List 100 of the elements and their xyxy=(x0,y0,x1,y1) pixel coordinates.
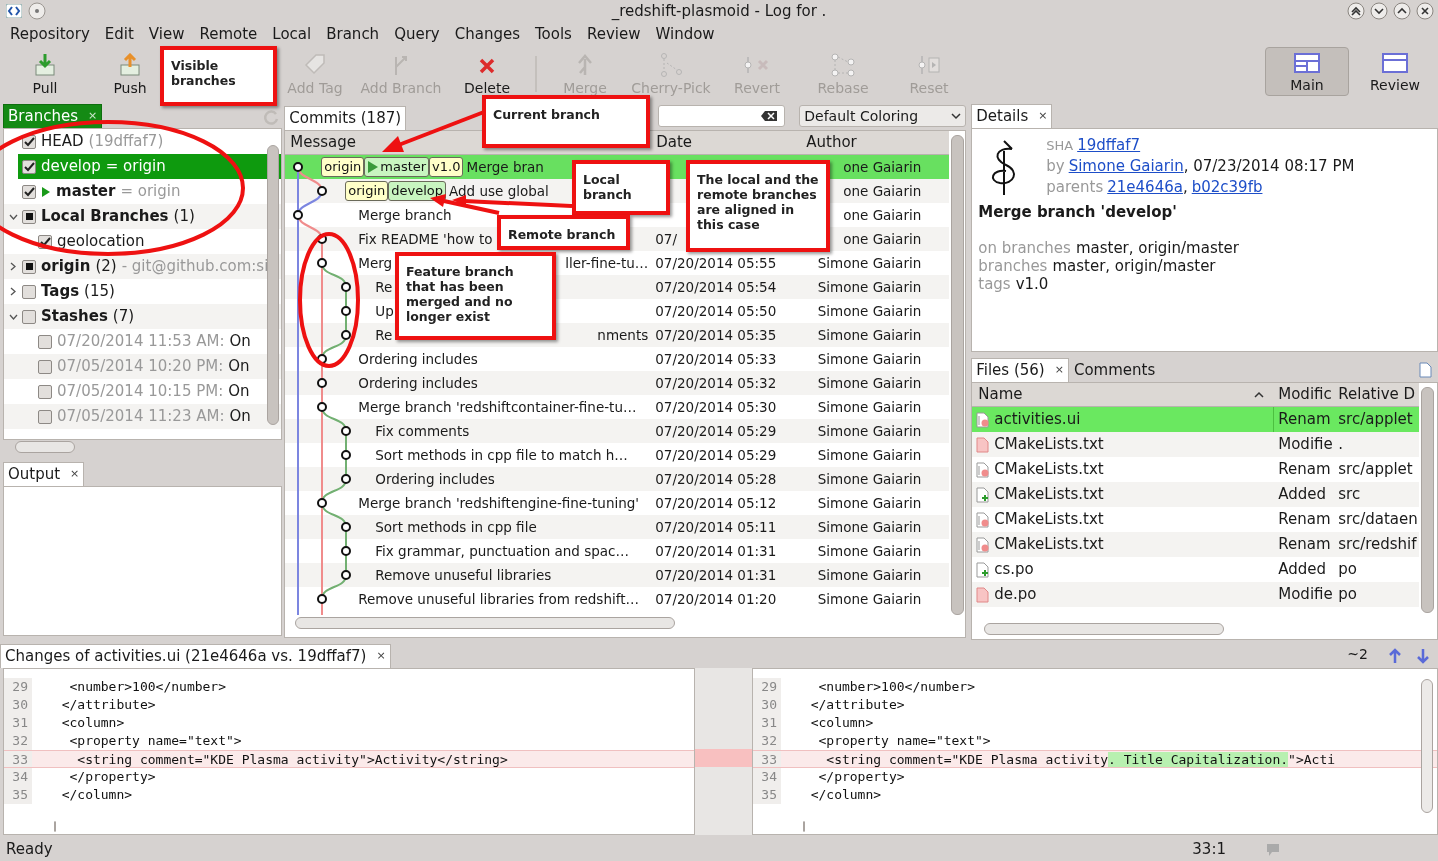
down-arrow-icon[interactable] xyxy=(1416,648,1430,664)
commit-node[interactable] xyxy=(341,282,352,292)
parent-link[interactable]: b02c39fb xyxy=(1191,177,1263,198)
commit-node[interactable] xyxy=(317,258,328,268)
checkbox[interactable] xyxy=(22,309,36,324)
view-button[interactable]: Review xyxy=(1353,47,1437,96)
toolbar-button[interactable]: Pull xyxy=(15,48,75,96)
menu-item[interactable]: View xyxy=(148,22,185,46)
commit-node[interactable] xyxy=(293,210,304,220)
commit-node[interactable] xyxy=(317,378,328,388)
checkbox[interactable] xyxy=(22,184,36,199)
view-button[interactable]: Main xyxy=(1265,47,1349,96)
commit-node[interactable] xyxy=(341,426,352,436)
toolbar-button[interactable]: Push xyxy=(100,48,160,96)
menu-item[interactable]: Local xyxy=(272,22,312,46)
commit-node[interactable] xyxy=(341,570,352,580)
commit-node[interactable] xyxy=(317,186,328,196)
horizontal-scrollbar[interactable] xyxy=(803,820,805,832)
parent-link[interactable]: 21e4646a xyxy=(1107,177,1183,198)
checkbox[interactable] xyxy=(22,209,36,224)
vertical-scrollbar[interactable] xyxy=(267,145,280,425)
commit-node[interactable] xyxy=(317,234,328,244)
panel-tab[interactable]: Output × xyxy=(3,462,85,486)
menu-item[interactable]: Branch xyxy=(326,22,380,46)
file-row[interactable]: CMakeLists.txt Added src xyxy=(972,482,1419,507)
panel-tab[interactable]: Details × xyxy=(971,104,1053,128)
checkbox[interactable] xyxy=(38,334,52,349)
commit-node[interactable] xyxy=(317,594,328,604)
keep-above-icon[interactable] xyxy=(1347,2,1365,20)
checkbox[interactable] xyxy=(38,409,52,424)
commit-node[interactable] xyxy=(341,474,352,484)
tree-row[interactable]: develop = origin xyxy=(18,154,282,179)
horizontal-scrollbar[interactable] xyxy=(984,623,1225,635)
menu-item[interactable]: Review xyxy=(586,22,641,46)
maximize-icon[interactable] xyxy=(1393,2,1411,20)
close-tab-button[interactable]: × xyxy=(376,648,386,665)
column-header[interactable]: Author xyxy=(800,131,950,154)
tree-row[interactable]: origin (2) - git@github.com:si xyxy=(4,254,282,279)
column-header[interactable]: Date xyxy=(650,131,801,154)
panel-tab[interactable]: Commits (187) xyxy=(284,106,407,130)
commit-row[interactable]: Remove unuseful libraries 07/20/2014 01:31 Simone Gaiarin xyxy=(285,563,950,587)
commit-node[interactable] xyxy=(317,354,328,364)
file-row[interactable]: CMakeLists.txt Modifie . xyxy=(972,432,1419,457)
commit-node[interactable] xyxy=(317,402,328,412)
panel-tab[interactable]: Files (56) × xyxy=(971,358,1069,382)
commit-node[interactable] xyxy=(341,330,352,340)
menu-item[interactable]: Tools xyxy=(535,22,572,46)
sha-link[interactable]: 19dffaf7 xyxy=(1077,135,1141,156)
tree-row[interactable]: 07/05/2014 10:20 PM: On xyxy=(4,354,282,379)
commit-node[interactable] xyxy=(317,498,328,508)
coloring-dropdown[interactable]: Default Coloring xyxy=(799,105,967,127)
toolbar-button[interactable]: Delete xyxy=(444,48,530,96)
commit-row[interactable]: Ordering includes 07/20/2014 05:28 Simone Gaiarin xyxy=(285,467,950,491)
column-header[interactable]: Modific xyxy=(1274,383,1335,406)
menu-item[interactable]: Window xyxy=(655,22,715,46)
commit-node[interactable] xyxy=(293,162,304,172)
commit-row[interactable]: Fix comments 07/20/2014 05:29 Simone Gaiarin xyxy=(285,419,950,443)
close-tab-button[interactable]: × xyxy=(87,108,98,125)
menu-item[interactable]: Repository xyxy=(10,22,90,46)
commit-node[interactable] xyxy=(341,450,352,460)
close-tab-button[interactable]: × xyxy=(1054,362,1064,379)
commit-row[interactable]: Ordering includes 07/20/2014 05:32 Simone Gaiarin xyxy=(285,371,950,395)
menu-item[interactable]: Edit xyxy=(104,22,134,46)
close-tab-button[interactable]: × xyxy=(1038,108,1048,125)
commit-node[interactable] xyxy=(341,306,352,316)
checkbox[interactable] xyxy=(22,284,36,299)
column-header[interactable]: Name xyxy=(972,383,1275,406)
menu-item[interactable]: Changes xyxy=(454,22,520,46)
minimize-icon[interactable] xyxy=(1370,2,1388,20)
column-header[interactable]: Relative D xyxy=(1334,383,1419,406)
checkbox[interactable] xyxy=(22,259,36,274)
tree-row[interactable]: Local Branches (1) xyxy=(4,204,282,229)
commit-row[interactable]: Sort methods in cpp file 07/20/2014 05:11 Simone Gaiarin xyxy=(285,515,950,539)
menu-item[interactable]: Remote xyxy=(199,22,258,46)
app-icon[interactable] xyxy=(6,4,22,18)
tree-row[interactable]: Stashes (7) xyxy=(4,304,282,329)
file-row[interactable]: de.po Modifie po xyxy=(972,582,1419,607)
vertical-scrollbar[interactable] xyxy=(1421,387,1434,613)
tree-row[interactable]: 07/05/2014 11:23 AM: On xyxy=(4,404,282,429)
search-field[interactable] xyxy=(658,105,786,127)
up-arrow-icon[interactable] xyxy=(1388,648,1402,664)
menu-item[interactable]: Query xyxy=(394,22,440,46)
checkbox[interactable] xyxy=(38,359,52,374)
commit-node[interactable] xyxy=(341,546,352,556)
panel-tab[interactable]: Branches × xyxy=(3,104,103,128)
panel-tab[interactable]: Changes of activities.ui (21e4646a vs. 19dffaf7) × xyxy=(0,644,391,668)
file-row[interactable]: activities.ui Renam src/applet xyxy=(972,407,1419,432)
checkbox[interactable] xyxy=(38,384,52,399)
author-link[interactable]: Simone Gaiarin xyxy=(1068,156,1184,177)
horizontal-scrollbar[interactable] xyxy=(54,820,56,832)
clear-icon[interactable] xyxy=(760,110,779,122)
commit-node[interactable] xyxy=(341,522,352,532)
vertical-scrollbar[interactable] xyxy=(1421,679,1433,813)
close-tab-button[interactable]: × xyxy=(70,466,80,483)
checkbox[interactable] xyxy=(22,159,36,174)
pin-icon[interactable] xyxy=(28,2,46,20)
horizontal-scrollbar[interactable] xyxy=(15,441,75,453)
vertical-scrollbar[interactable] xyxy=(951,135,965,615)
horizontal-scrollbar[interactable] xyxy=(295,617,676,629)
close-icon[interactable] xyxy=(1416,2,1434,20)
